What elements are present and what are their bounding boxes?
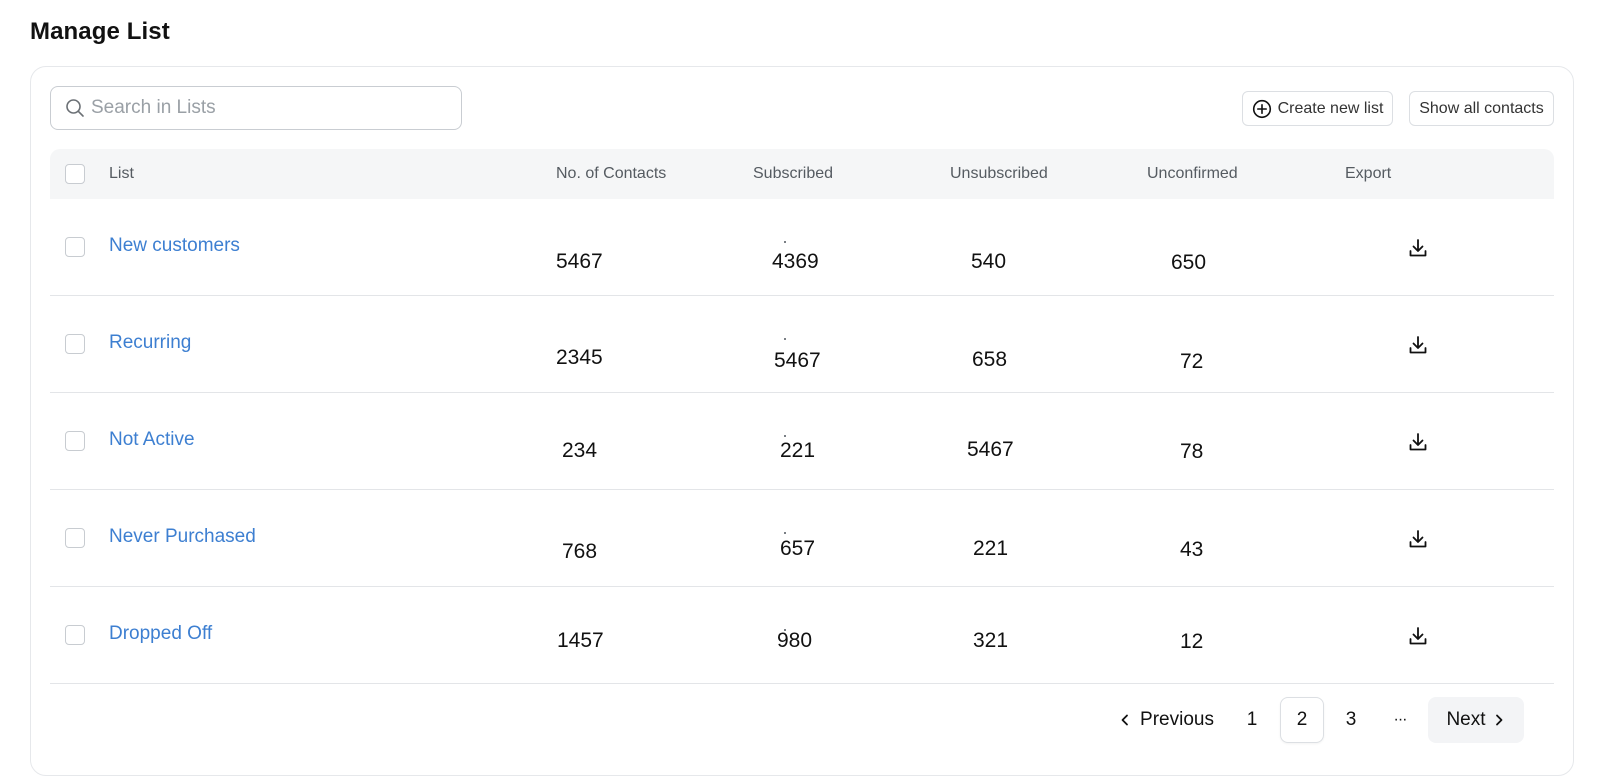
header-subscribed: Subscribed (753, 165, 834, 182)
list-name-link[interactable]: Recurring (109, 332, 191, 354)
table-row: Recurring 2345 5467 658 72 (50, 296, 1554, 393)
show-all-contacts-button[interactable]: Show all contacts (1409, 91, 1554, 126)
select-all-checkbox[interactable] (65, 164, 85, 184)
previous-label: Previous (1140, 709, 1214, 730)
page-title: Manage List (30, 18, 170, 45)
contacts-count: 768 (562, 540, 598, 563)
subscribed-count: 4369 (772, 250, 819, 273)
unconfirmed-count: 650 (1171, 251, 1207, 274)
search-input[interactable] (91, 97, 451, 119)
dot-marker (784, 532, 786, 534)
chevron-right-icon (1495, 714, 1502, 726)
row-checkbox[interactable] (65, 237, 85, 257)
next-label: Next (1446, 709, 1486, 730)
download-icon[interactable] (1407, 431, 1429, 453)
subscribed-count: 980 (777, 629, 813, 652)
search-box[interactable] (50, 86, 462, 130)
list-name-link[interactable]: Dropped Off (109, 623, 212, 645)
list-name-link[interactable]: Not Active (109, 429, 195, 451)
header-list: List (109, 165, 134, 182)
page-2-button[interactable]: 2 (1280, 697, 1324, 743)
dot-marker (784, 338, 786, 340)
subscribed-count: 5467 (774, 349, 821, 372)
header-unconfirmed: Unconfirmed (1147, 165, 1238, 182)
row-checkbox[interactable] (65, 431, 85, 451)
row-checkbox[interactable] (65, 528, 85, 548)
contacts-count: 1457 (557, 629, 604, 652)
table-header: List No. of Contacts Subscribed Unsubscr… (50, 149, 1554, 199)
create-new-list-button[interactable]: Create new list (1242, 91, 1393, 126)
dot-marker (784, 241, 786, 243)
plus-circle-icon (1252, 99, 1271, 118)
unsubscribed-count: 321 (973, 629, 1009, 652)
table-row: Dropped Off 1457 980 321 12 (50, 587, 1554, 684)
table-row: Never Purchased 768 657 221 43 (50, 490, 1554, 587)
unsubscribed-count: 540 (971, 250, 1007, 273)
subscribed-count: 657 (780, 537, 816, 560)
lists-card: Create new list Show all contacts List N… (30, 66, 1574, 776)
next-page-button[interactable]: Next (1428, 697, 1524, 743)
pagination-ellipsis: ··· (1393, 711, 1408, 728)
download-icon[interactable] (1407, 237, 1429, 259)
list-name-link[interactable]: Never Purchased (109, 526, 256, 548)
contacts-count: 5467 (556, 250, 603, 273)
unconfirmed-count: 12 (1180, 630, 1204, 653)
header-contacts: No. of Contacts (556, 165, 667, 182)
table-row: New customers 5467 4369 540 650 (50, 199, 1554, 296)
row-checkbox[interactable] (65, 334, 85, 354)
contacts-count: 2345 (556, 346, 603, 369)
unsubscribed-count: 5467 (967, 438, 1014, 461)
create-new-list-label: Create new list (1277, 99, 1384, 117)
unconfirmed-count: 43 (1180, 538, 1204, 561)
header-export: Export (1345, 165, 1392, 182)
page-1-button[interactable]: 1 (1230, 697, 1274, 743)
list-name-link[interactable]: New customers (109, 235, 240, 257)
previous-page-button[interactable]: Previous (1111, 697, 1221, 743)
show-all-contacts-label: Show all contacts (1419, 99, 1544, 117)
header-unsubscribed: Unsubscribed (950, 165, 1048, 182)
unconfirmed-count: 78 (1180, 440, 1204, 463)
table-row: Not Active 234 221 5467 78 (50, 393, 1554, 490)
row-checkbox[interactable] (65, 625, 85, 645)
subscribed-count: 221 (780, 439, 816, 462)
dot-marker (784, 435, 786, 437)
download-icon[interactable] (1407, 528, 1429, 550)
chevron-left-icon (1121, 714, 1128, 726)
page-3-button[interactable]: 3 (1329, 697, 1373, 743)
unconfirmed-count: 72 (1180, 350, 1204, 373)
download-icon[interactable] (1407, 625, 1429, 647)
download-icon[interactable] (1407, 334, 1429, 356)
unsubscribed-count: 658 (972, 348, 1008, 371)
unsubscribed-count: 221 (973, 537, 1009, 560)
search-icon (66, 99, 84, 117)
contacts-count: 234 (562, 439, 598, 462)
